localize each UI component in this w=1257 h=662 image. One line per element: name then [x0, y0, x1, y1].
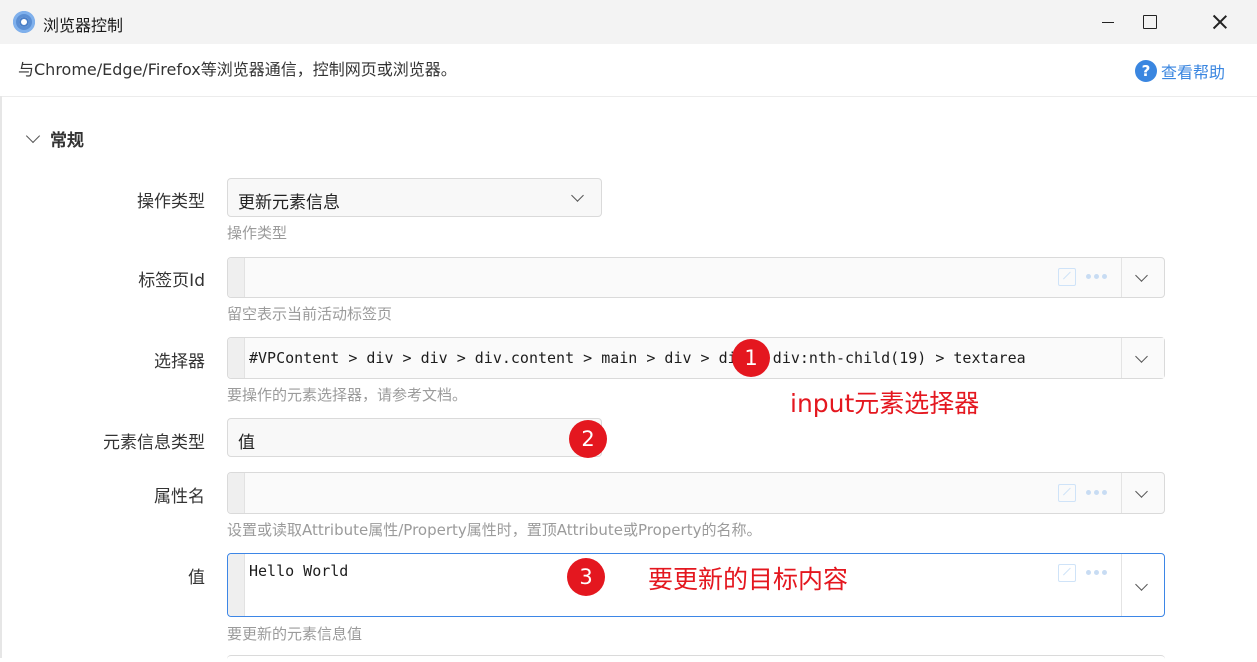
- next-field-edge: [227, 655, 1165, 662]
- selector-value: #VPContent > div > div > div.content > m…: [249, 349, 1026, 367]
- annotation-note-1: input元素选择器: [790, 389, 980, 418]
- chevron-down-icon: [1135, 485, 1148, 498]
- tab-id-input[interactable]: [227, 257, 1165, 298]
- info-type-value: 值: [238, 433, 255, 453]
- tab-id-hint: 留空表示当前活动标签页: [227, 305, 393, 323]
- help-label: 查看帮助: [1161, 63, 1226, 82]
- field-gutter: [228, 338, 245, 378]
- maximize-button[interactable]: [1122, 0, 1178, 44]
- annotation-note-3: 要更新的目标内容: [648, 565, 849, 594]
- more-icon[interactable]: [1086, 274, 1107, 279]
- help-icon: ?: [1135, 60, 1157, 82]
- more-icon[interactable]: [1086, 490, 1107, 495]
- attr-name-dropdown[interactable]: [1121, 473, 1164, 513]
- annotation-badge-2: 2: [569, 420, 607, 458]
- action-type-label: 操作类型: [137, 192, 205, 212]
- window-title: 浏览器控制: [43, 16, 124, 35]
- attr-name-hint: 设置或读取Attribute属性/Property属性时，置顶Attribute…: [227, 521, 762, 539]
- value-text: Hello World: [249, 562, 349, 580]
- section-title: 常规: [50, 131, 84, 151]
- expand-icon[interactable]: [1058, 484, 1076, 502]
- annotation-badge-1: 1: [732, 339, 770, 377]
- info-type-select[interactable]: 值: [227, 418, 602, 457]
- description-text: 与Chrome/Edge/Firefox等浏览器通信，控制网页或浏览器。: [18, 60, 457, 79]
- more-icon[interactable]: [1086, 570, 1107, 575]
- expand-icon[interactable]: [1058, 564, 1076, 582]
- close-icon: [1213, 15, 1227, 29]
- expand-icon[interactable]: [1058, 268, 1076, 286]
- selector-dropdown[interactable]: [1121, 338, 1164, 378]
- chevron-down-icon: [571, 189, 584, 202]
- minimize-icon: [1102, 21, 1114, 23]
- value-hint: 要更新的元素信息值: [227, 625, 363, 643]
- attr-name-input[interactable]: [227, 472, 1165, 514]
- field-gutter: [228, 473, 245, 513]
- tab-id-dropdown[interactable]: [1121, 258, 1164, 297]
- action-type-value: 更新元素信息: [238, 193, 340, 213]
- selector-input[interactable]: #VPContent > div > div > div.content > m…: [227, 337, 1165, 379]
- selector-hint: 要操作的元素选择器，请参考文档。: [227, 386, 468, 404]
- maximize-icon: [1143, 15, 1157, 29]
- tab-id-label: 标签页Id: [138, 271, 205, 291]
- field-gutter: [228, 554, 245, 616]
- action-type-select[interactable]: 更新元素信息: [227, 178, 602, 217]
- browser-app-icon: [13, 11, 35, 33]
- annotation-badge-3: 3: [567, 558, 605, 596]
- chevron-down-icon: [1135, 269, 1148, 282]
- chevron-down-icon: [25, 128, 41, 143]
- value-label: 值: [188, 568, 205, 588]
- description-bar: 与Chrome/Edge/Firefox等浏览器通信，控制网页或浏览器。 ? 查…: [0, 44, 1257, 97]
- info-type-label: 元素信息类型: [103, 433, 205, 453]
- section-general-header[interactable]: 常规: [25, 126, 84, 151]
- help-link[interactable]: ? 查看帮助: [1135, 59, 1225, 83]
- chevron-down-icon: [1135, 350, 1148, 363]
- title-bar: 浏览器控制: [0, 0, 1257, 44]
- chevron-down-icon: [1135, 578, 1148, 591]
- attr-name-label: 属性名: [154, 487, 205, 507]
- field-gutter: [228, 258, 245, 297]
- value-dropdown[interactable]: [1121, 554, 1164, 616]
- close-button[interactable]: [1192, 0, 1248, 44]
- selector-label: 选择器: [154, 352, 205, 372]
- action-type-hint: 操作类型: [227, 224, 288, 242]
